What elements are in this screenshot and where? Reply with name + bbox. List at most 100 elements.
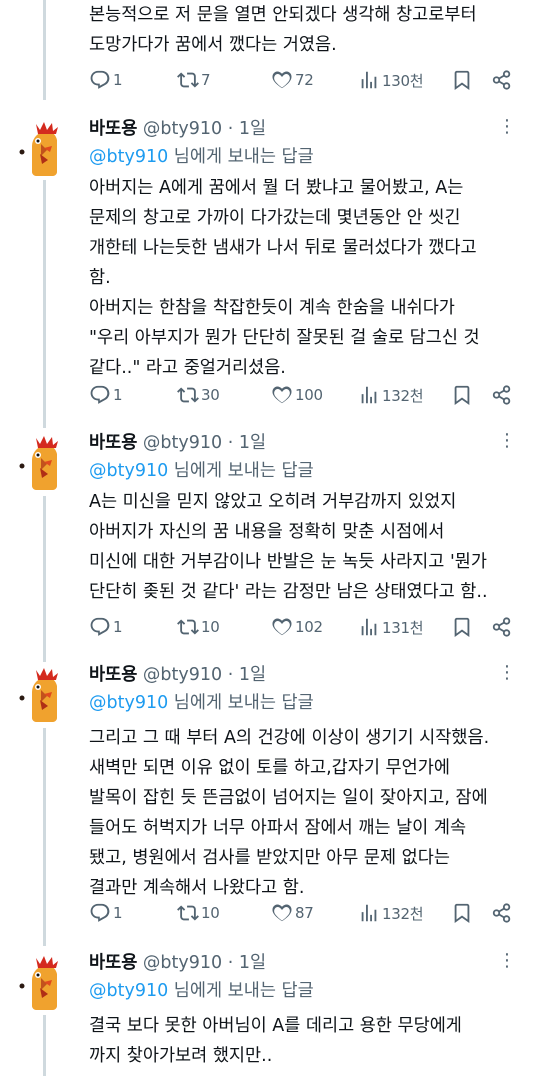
like-icon (272, 386, 292, 404)
reply-suffix: 님에게 보내는 답글 (168, 461, 314, 481)
avatar-icon[interactable] (14, 430, 74, 490)
thread-line (43, 1015, 46, 1076)
retweet-icon (177, 905, 199, 921)
reply-icon (90, 70, 110, 89)
reply-button[interactable]: 1 (89, 380, 123, 410)
handle[interactable]: @bty910 (143, 953, 222, 973)
like-button[interactable]: 102 (271, 612, 323, 642)
reply-count: 1 (113, 71, 123, 89)
bookmark-icon (454, 903, 470, 924)
retweet-icon (177, 72, 199, 88)
reply-to-line: @bty910 님에게 보내는 답글 (89, 689, 314, 717)
tweet-text-line: 들어도 허벅지가 너무 아파서 잠에서 깨는 날이 계속 (89, 818, 467, 838)
views-count: 132천 (382, 386, 424, 405)
tweet-text-line: 같다.." 라고 중얼거리셨음. (89, 358, 286, 378)
tweet-actions: 1 30 100 132천 (0, 380, 538, 410)
tweet-text-line: 문제의 창고로 가까이 다가갔는데 몇년동안 안 씻긴 (89, 208, 461, 228)
reply-button[interactable]: 1 (89, 898, 123, 928)
timestamp[interactable]: · 1일 (228, 665, 266, 685)
reply-suffix: 님에게 보내는 답글 (168, 147, 314, 167)
tweet-text-line: 개한테 나는듯한 냄새가 나서 뒤로 물러섰다가 깼다고 (89, 238, 477, 258)
tweet-text-line: 미신에 대한 거부감이나 반발은 눈 녹듯 사라지고 '뭔가 (89, 552, 487, 572)
share-button[interactable] (491, 65, 515, 95)
display-name[interactable]: 바또용 (89, 665, 137, 685)
bookmark-button[interactable] (451, 380, 475, 410)
bookmark-icon (454, 617, 470, 638)
like-count: 100 (295, 386, 323, 404)
reply-button[interactable]: 1 (89, 612, 123, 642)
reply-mention[interactable]: @bty910 (89, 461, 168, 481)
like-count: 87 (295, 904, 314, 922)
views-icon (361, 386, 377, 404)
like-button[interactable]: 87 (271, 898, 314, 928)
tweet-text-line: 단단히 좆된 것 같다' 라는 감정만 남은 상태였다고 함.. (89, 582, 488, 602)
reply-icon (90, 617, 110, 636)
display-name[interactable]: 바또용 (89, 953, 137, 973)
retweet-count: 10 (201, 618, 220, 636)
tweet-text-line: 그리고 그 때 부터 A의 건강에 이상이 생기기 시작했음. (89, 728, 490, 748)
retweet-icon (177, 387, 199, 403)
views-icon (361, 71, 377, 89)
reply-mention[interactable]: @bty910 (89, 147, 168, 167)
handle[interactable]: @bty910 (143, 665, 222, 685)
reply-button[interactable]: 1 (89, 65, 123, 95)
more-icon[interactable]: ⋮ (498, 118, 516, 136)
tweet-text-line: 아버지가 자신의 꿈 내용을 정확히 맞춘 시점에서 (89, 522, 445, 542)
like-button[interactable]: 72 (271, 65, 314, 95)
reply-icon (90, 385, 110, 404)
timestamp[interactable]: · 1일 (228, 953, 266, 973)
share-button[interactable] (491, 898, 515, 928)
display-name[interactable]: 바또용 (89, 119, 137, 139)
reply-count: 1 (113, 904, 123, 922)
tweet-header: 바또용 @bty910 · 1일 (89, 116, 266, 142)
avatar-icon[interactable] (14, 116, 74, 176)
views-button[interactable]: 132천 (358, 380, 424, 410)
tweet-text-line: 도망가다가 꿈에서 깼다는 거였음. (89, 35, 337, 55)
share-button[interactable] (491, 612, 515, 642)
views-button[interactable]: 132천 (358, 898, 424, 928)
bookmark-button[interactable] (451, 898, 475, 928)
views-count: 130천 (382, 71, 424, 90)
more-icon[interactable]: ⋮ (498, 664, 516, 682)
tweet-text-line: 됐고, 병원에서 검사를 받았지만 아무 문제 없다는 (89, 848, 450, 868)
handle[interactable]: @bty910 (143, 119, 222, 139)
timestamp[interactable]: · 1일 (228, 119, 266, 139)
timestamp[interactable]: · 1일 (228, 433, 266, 453)
more-icon[interactable]: ⋮ (498, 952, 516, 970)
views-button[interactable]: 131천 (358, 612, 424, 642)
retweet-count: 30 (201, 386, 220, 404)
views-count: 131천 (382, 618, 424, 637)
tweet-actions: 1 7 72 130천 (0, 65, 538, 95)
tweet-text-line: 까지 찾아가보려 했지만.. (89, 1046, 273, 1066)
retweet-button[interactable]: 30 (177, 380, 220, 410)
handle[interactable]: @bty910 (143, 433, 222, 453)
retweet-button[interactable]: 10 (177, 612, 220, 642)
retweet-count: 10 (201, 904, 220, 922)
share-icon (492, 385, 511, 405)
views-icon (361, 618, 377, 636)
retweet-count: 7 (201, 71, 211, 89)
tweet-text-line: 본능적으로 저 문을 열면 안되겠다 생각해 창고로부터 (89, 5, 477, 25)
tweet-actions: 1 10 102 131천 (0, 612, 538, 642)
like-count: 102 (295, 618, 323, 636)
retweet-icon (177, 619, 199, 635)
bookmark-button[interactable] (451, 612, 475, 642)
share-button[interactable] (491, 380, 515, 410)
retweet-button[interactable]: 7 (177, 65, 211, 95)
bookmark-icon (454, 385, 470, 406)
more-icon[interactable]: ⋮ (498, 432, 516, 450)
views-button[interactable]: 130천 (358, 65, 424, 95)
bookmark-button[interactable] (451, 65, 475, 95)
display-name[interactable]: 바또용 (89, 433, 137, 453)
tweet-text-line: 아버지는 한참을 착잡한듯이 계속 한숨을 내쉬다가 (89, 298, 455, 318)
retweet-button[interactable]: 10 (177, 898, 220, 928)
like-icon (272, 71, 292, 89)
avatar-icon[interactable] (14, 662, 74, 722)
views-icon (361, 904, 377, 922)
reply-mention[interactable]: @bty910 (89, 693, 168, 713)
reply-mention[interactable]: @bty910 (89, 981, 168, 1001)
tweet-actions: 1 10 87 132천 (0, 898, 538, 928)
reply-icon (90, 903, 110, 922)
avatar-icon[interactable] (14, 950, 74, 1010)
like-button[interactable]: 100 (271, 380, 323, 410)
